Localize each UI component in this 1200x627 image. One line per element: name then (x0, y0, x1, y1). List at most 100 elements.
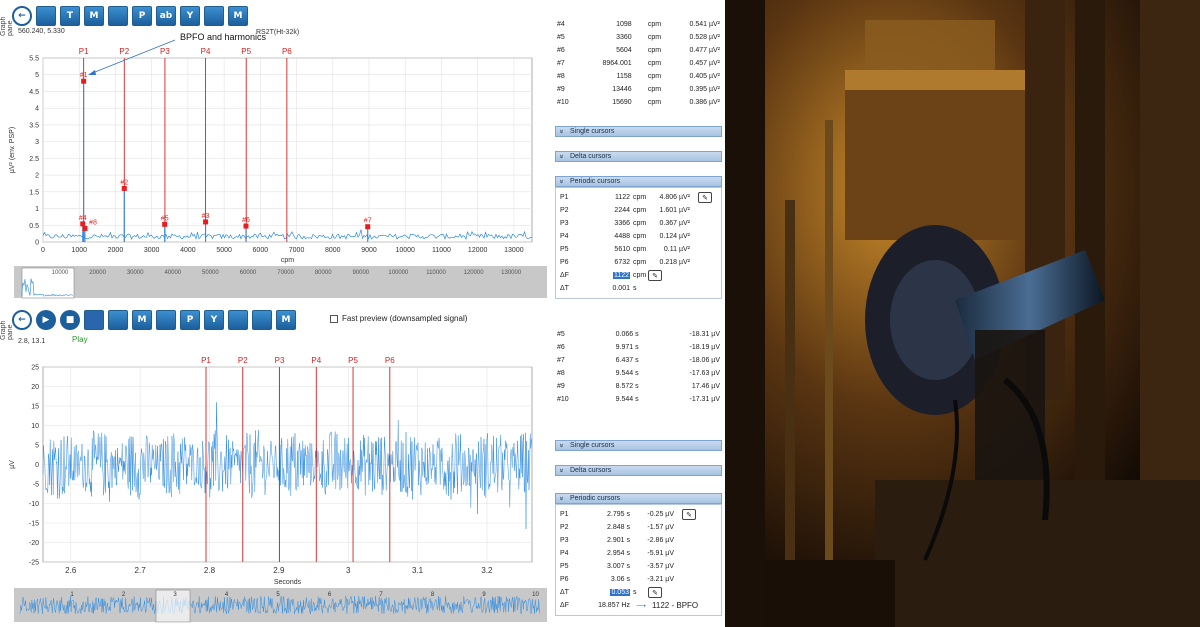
peak-cell: 0.386 µV² (689, 99, 721, 106)
y-tick-label: 25 (31, 365, 39, 372)
delta-cursors-header[interactable]: Delta cursors (555, 465, 722, 476)
peak-marker[interactable] (365, 224, 371, 230)
x-tick-label: 7000 (289, 247, 305, 254)
edit-delta-button[interactable]: ✎ (648, 587, 662, 598)
peak-cell: 0.457 µV² (689, 60, 721, 67)
peak-row[interactable]: #5 0.066 s -18.31 µV (555, 328, 722, 341)
x-tick-label: 3.2 (481, 566, 493, 575)
peak-marker[interactable] (80, 221, 86, 227)
edit-cursor-button[interactable]: ✎ (682, 509, 696, 520)
cursor-label: P1 (79, 47, 89, 56)
peak-marker[interactable] (162, 221, 168, 227)
cursor-position: 3366 (614, 220, 630, 227)
edit-cursor-button[interactable]: ✎ (698, 192, 712, 203)
peak-row[interactable]: #4 1098 cpm 0.541 µV² (555, 18, 722, 31)
peak-cell: 0.405 µV² (689, 73, 721, 80)
peak-cell: cpm (647, 47, 662, 54)
peak-cell: #8 (557, 73, 565, 80)
y-tick-label: -5 (33, 482, 39, 489)
delta-f-value: 1122 (612, 272, 630, 279)
peak-marker[interactable] (81, 78, 87, 84)
cursor-label: P1 (201, 356, 211, 365)
delta-f-field[interactable]: 1122 (580, 272, 630, 279)
cursor-position: 3.06 s (610, 576, 630, 583)
peak-cell: 0.528 µV² (689, 34, 721, 41)
peak-row[interactable]: #8 1158 cpm 0.405 µV² (555, 70, 722, 83)
waveform-chart[interactable]: -25 -20 -15 -10 -5 0 5 10 15 20 25 2.6 2.7 2.8 2.9 3 3.1… (0, 305, 550, 627)
delta-cursors-header[interactable]: Delta cursors (555, 151, 722, 162)
peak-list-panel: #5 0.066 s -18.31 µV #6 9.971 s -18.19 µV #7 6.… (555, 328, 722, 406)
peak-table: #4 1098 cpm 0.541 µV² #5 3360 cpm 0.528 µV² #6 56… (555, 18, 722, 109)
peak-cell: 0.541 µV² (689, 21, 721, 28)
peak-row[interactable]: #9 8.572 s 17.46 µV (555, 380, 722, 393)
cursor-name: P5 (560, 563, 569, 570)
peak-label: #1 (80, 72, 88, 79)
peak-cell: #4 (557, 21, 565, 28)
y-tick-label: 0 (35, 240, 39, 247)
plot-area (42, 57, 533, 243)
delta-t-value: 0.053 (610, 589, 630, 596)
peak-row[interactable]: #6 9.971 s -18.19 µV (555, 341, 722, 354)
periodic-cursors-header[interactable]: Periodic cursors (555, 493, 722, 504)
bpfo-note: 1122 - BPFO (652, 601, 699, 610)
peak-row[interactable]: #8 9.544 s -17.63 µV (555, 367, 722, 380)
peak-row[interactable]: #7 8964.001 cpm 0.457 µV² (555, 57, 722, 70)
cursor-name: P1 (560, 194, 569, 201)
delta-t-label: ΔT (560, 589, 569, 596)
peak-row[interactable]: #5 3360 cpm 0.528 µV² (555, 31, 722, 44)
peak-cell: #9 (557, 86, 565, 93)
x-axis-label: Seconds (274, 579, 302, 586)
cursor-unit: cpm (633, 259, 647, 266)
cursor-name: P4 (560, 233, 569, 240)
cursor-name: P3 (560, 537, 569, 544)
peak-label: #2 (120, 179, 128, 186)
delta-t-row: ΔT 0.053 s ✎ (560, 586, 717, 599)
cursor-row: P1 1122 cpm 4.806 µV² ✎ (560, 191, 717, 204)
machine-photo (725, 0, 1200, 627)
periodic-cursor-list: P1 1122 cpm 4.806 µV² ✎ P2 2244 cpm 1.601 µV² P3 3… (555, 187, 722, 299)
peak-cell: -17.31 µV (689, 396, 721, 403)
peak-cell: cpm (647, 21, 662, 28)
x-tick-label: 5000 (216, 247, 232, 254)
x-tick-label: 10000 (395, 247, 415, 254)
cursor-position: 1122 (614, 194, 630, 201)
peak-marker[interactable] (82, 225, 88, 231)
peak-cell: 15690 (612, 99, 632, 106)
x-tick-label: 6000 (253, 247, 269, 254)
spectrum-chart[interactable]: 0 0.5 1 1.5 2 2.5 3 3.5 4 4.5 5 5.5 0 1000 2000 3000 400… (0, 0, 550, 300)
cursor-label: P4 (311, 356, 321, 365)
periodic-cursors-header[interactable]: Periodic cursors (555, 176, 722, 187)
peak-row[interactable]: #9 13446 cpm 0.395 µV² (555, 83, 722, 96)
peak-label: #4 (79, 215, 87, 222)
cursor-row: P2 2.848 s -1.57 µV (560, 521, 717, 534)
peak-marker[interactable] (203, 219, 209, 225)
delta-t-label: ΔT (560, 285, 569, 292)
x-tick-label: 0 (41, 247, 45, 254)
periodic-cursors-section: Periodic cursors P1 2.795 s -0.25 µV ✎ P2 2.8… (555, 493, 722, 616)
delta-t-field[interactable]: 0.053 (580, 589, 630, 596)
edit-delta-button[interactable]: ✎ (648, 270, 662, 281)
peak-marker[interactable] (243, 223, 249, 229)
peak-cell: 5604 (616, 47, 632, 54)
single-cursors-header[interactable]: Single cursors (555, 440, 722, 451)
cursor-unit: cpm (633, 233, 647, 240)
peak-cell: #5 (557, 34, 565, 41)
peak-row[interactable]: #10 15690 cpm 0.386 µV² (555, 96, 722, 109)
y-tick-label: 1 (35, 206, 39, 213)
cursor-row: P3 2.901 s -2.86 µV (560, 534, 717, 547)
x-tick-label: 8000 (325, 247, 341, 254)
peak-row[interactable]: #7 6.437 s -18.06 µV (555, 354, 722, 367)
peak-row[interactable]: #10 9.544 s -17.31 µV (555, 393, 722, 406)
cursor-value: -5.91 µV (647, 550, 674, 557)
delta-f-label: ΔF (560, 602, 569, 609)
cursor-unit: cpm (633, 194, 647, 201)
cursor-position: 2.954 s (607, 550, 630, 557)
cursor-value: -0.25 µV (647, 511, 674, 518)
y-tick-label: 2 (35, 173, 39, 180)
y-tick-label: 0 (35, 462, 39, 469)
peak-cell: 3360 (616, 34, 632, 41)
cursor-value: 0.218 µV² (659, 259, 691, 266)
peak-row[interactable]: #6 5604 cpm 0.477 µV² (555, 44, 722, 57)
peak-marker[interactable] (121, 185, 127, 191)
single-cursors-header[interactable]: Single cursors (555, 126, 722, 137)
